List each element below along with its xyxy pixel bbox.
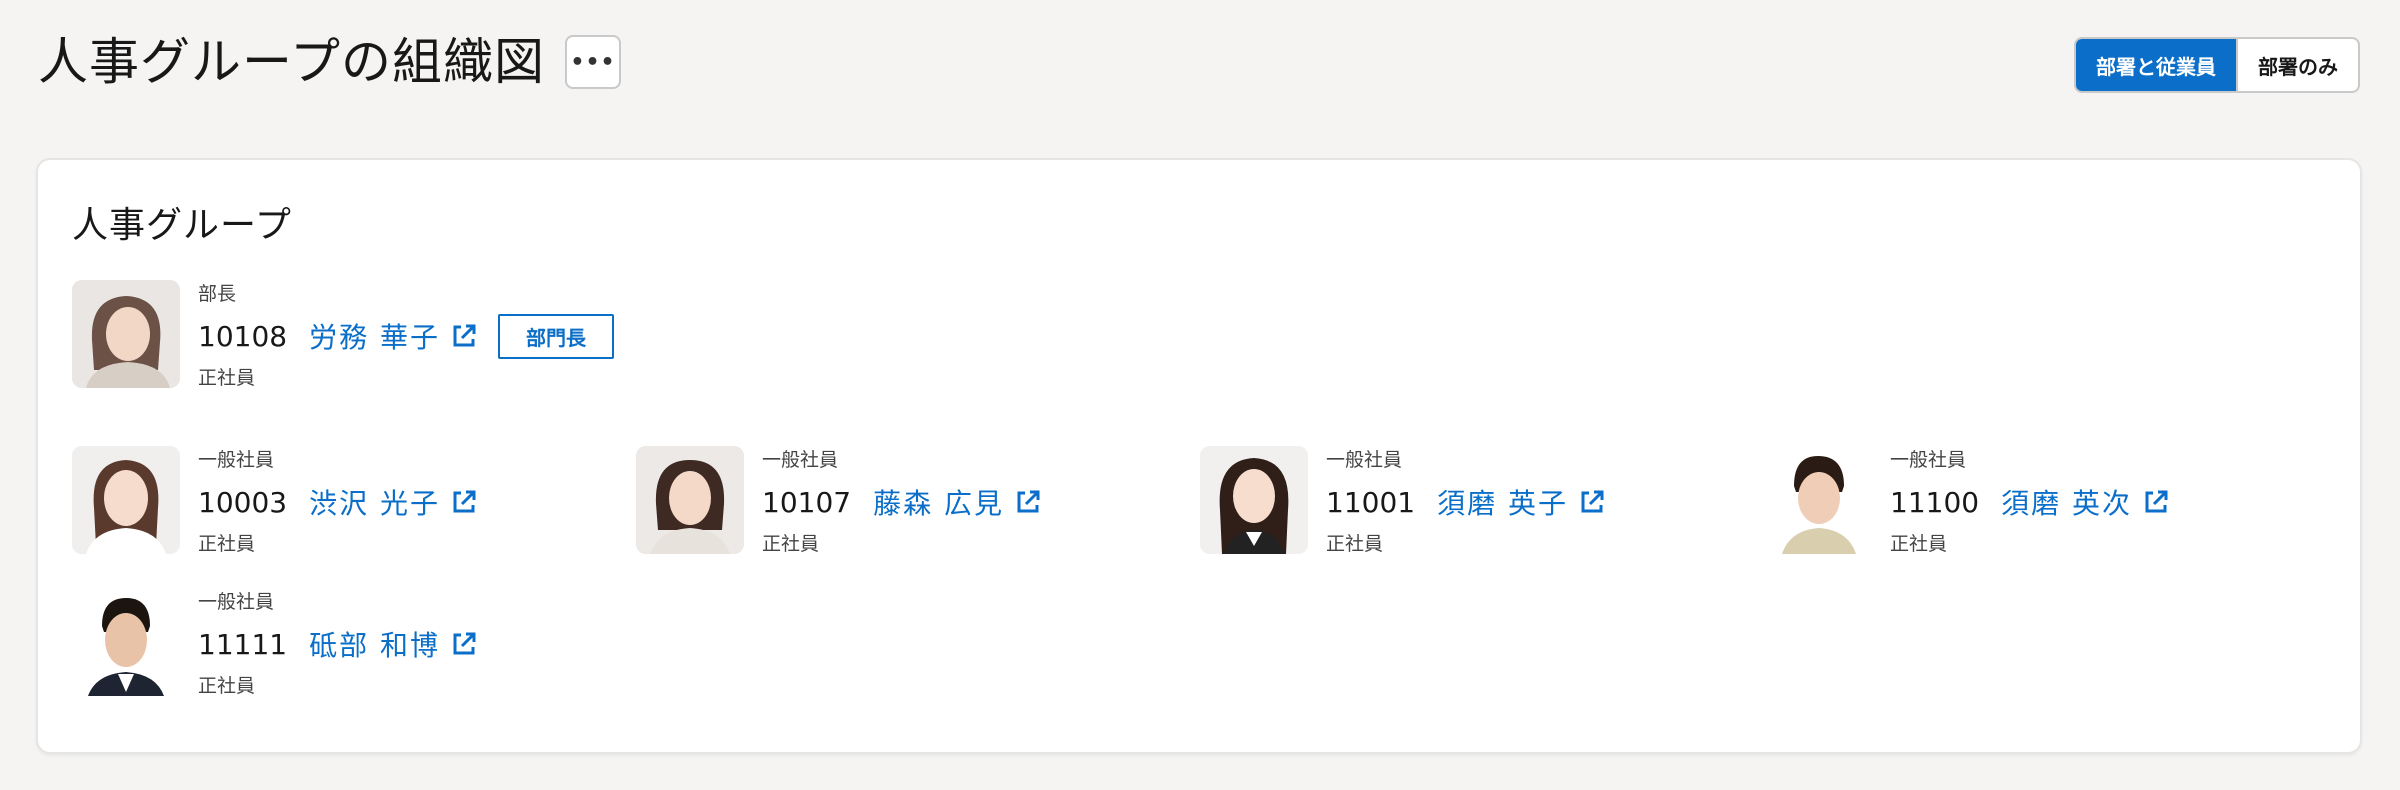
role-label: 部長	[198, 283, 237, 305]
page-header: 人事グループの組織図 •••	[38, 32, 621, 92]
avatar	[636, 446, 744, 554]
employee-number: 11100	[1890, 485, 1980, 519]
employment-type: 正社員	[1890, 533, 1948, 555]
member-card: 一般社員 10107 藤森 広見 正社員	[636, 446, 1042, 558]
employee-number: 10107	[762, 485, 852, 519]
member-card: 一般社員 10003 渋沢 光子 正社員	[72, 446, 478, 558]
toggle-departments-only[interactable]: 部署のみ	[2236, 39, 2358, 91]
role-label: 一般社員	[198, 449, 275, 471]
avatar	[72, 446, 180, 554]
avatar	[72, 280, 180, 388]
role-label: 一般社員	[762, 449, 839, 471]
external-link-icon	[1581, 490, 1604, 513]
avatar	[72, 588, 180, 696]
external-link-icon	[453, 490, 476, 513]
employee-link[interactable]: 砥部 和博	[309, 624, 478, 664]
external-link-icon	[453, 632, 476, 655]
member-card: 一般社員 11100 須磨 英次 正社員	[1764, 446, 2170, 558]
member-card: 一般社員 11001 須磨 英子 正社員	[1200, 446, 1606, 558]
department-card: 人事グループ 部長 10108 労務 華子 部門長 正社員 一般社員 10003…	[36, 158, 2362, 754]
employee-number: 11111	[198, 627, 288, 661]
view-toggle: 部署と従業員 部署のみ	[2074, 37, 2360, 93]
role-label: 一般社員	[198, 591, 275, 613]
avatar	[1200, 446, 1308, 554]
external-link-icon	[1017, 490, 1040, 513]
employee-number: 10108	[198, 319, 288, 353]
employee-name: 須磨 英子	[1437, 487, 1568, 520]
role-label: 一般社員	[1890, 449, 1967, 471]
employee-name: 砥部 和博	[309, 629, 440, 662]
avatar	[1764, 446, 1872, 554]
employee-link[interactable]: 須磨 英子	[1437, 482, 1606, 522]
external-link-icon	[453, 324, 476, 347]
employment-type: 正社員	[762, 533, 820, 555]
employee-link[interactable]: 須磨 英次	[2001, 482, 2170, 522]
department-head: 部長 10108 労務 華子 部門長 正社員	[72, 280, 614, 392]
employee-name: 渋沢 光子	[309, 487, 440, 520]
employee-link[interactable]: 渋沢 光子	[309, 482, 478, 522]
employee-link[interactable]: 藤森 広見	[873, 482, 1042, 522]
employee-name: 労務 華子	[309, 321, 440, 354]
employment-type: 正社員	[198, 533, 256, 555]
employee-number: 11001	[1326, 485, 1416, 519]
page-title: 人事グループの組織図	[38, 33, 545, 91]
role-label: 一般社員	[1326, 449, 1403, 471]
employment-type: 正社員	[1326, 533, 1384, 555]
employee-number: 10003	[198, 485, 288, 519]
employee-name: 藤森 広見	[873, 487, 1004, 520]
employment-type: 正社員	[198, 675, 256, 697]
department-name: 人事グループ	[72, 205, 292, 246]
toggle-departments-and-employees[interactable]: 部署と従業員	[2076, 39, 2236, 91]
member-card: 一般社員 11111 砥部 和博 正社員	[72, 588, 478, 700]
department-head-badge: 部門長	[497, 313, 614, 359]
more-actions-button[interactable]: •••	[565, 35, 621, 89]
external-link-icon	[2145, 490, 2168, 513]
employment-type: 正社員	[198, 367, 256, 389]
employee-name: 須磨 英次	[2001, 487, 2132, 520]
employee-link[interactable]: 労務 華子	[309, 316, 478, 356]
